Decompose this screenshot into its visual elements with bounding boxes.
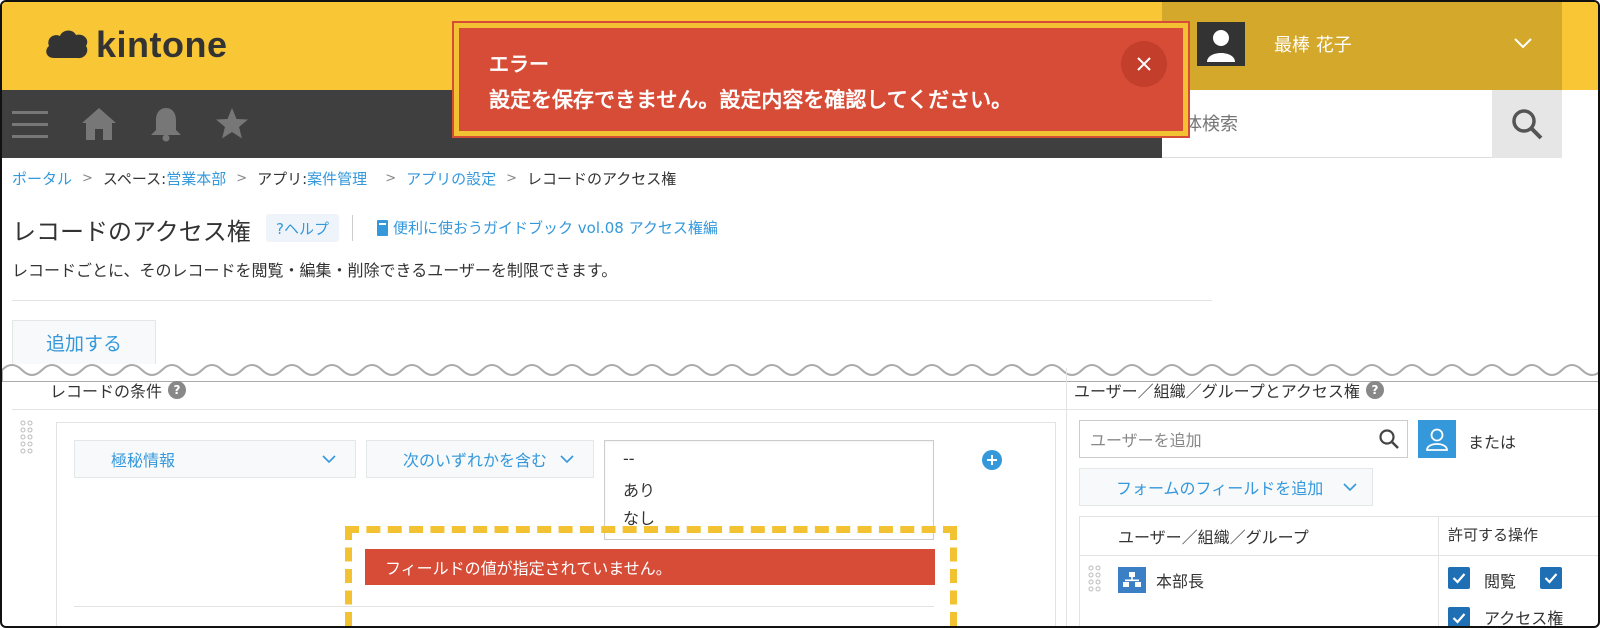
organization-icon bbox=[1118, 567, 1146, 593]
plus-icon bbox=[987, 455, 997, 465]
value-listbox[interactable]: -- あり なし bbox=[604, 440, 934, 540]
toast-close-button[interactable] bbox=[1121, 41, 1167, 87]
guide-link[interactable]: 便利に使おうガイドブック vol.08 アクセス権編 bbox=[376, 217, 718, 238]
user-add-placeholder: ユーザーを追加 bbox=[1090, 431, 1202, 450]
breadcrumb-separator: > bbox=[385, 171, 397, 186]
search-button[interactable] bbox=[1492, 90, 1562, 158]
book-icon bbox=[377, 219, 388, 236]
drag-handle-icon[interactable] bbox=[1088, 565, 1102, 599]
add-form-field-button[interactable]: フォームのフィールドを追加 bbox=[1079, 468, 1373, 506]
user-silhouette-icon bbox=[1207, 30, 1235, 62]
home-icon[interactable] bbox=[80, 105, 118, 143]
column-header-entity: ユーザー／組織／グループ bbox=[1118, 528, 1309, 547]
search-icon bbox=[1378, 429, 1399, 449]
field-error-message: フィールドの値が指定されていません。 bbox=[365, 549, 935, 585]
chevron-down-icon bbox=[1343, 483, 1357, 492]
error-toast: エラー 設定を保存できません。設定内容を確認してください。 bbox=[454, 23, 1188, 136]
conditions-header: レコードの条件 ? bbox=[50, 378, 187, 402]
user-picker-button[interactable] bbox=[1418, 420, 1456, 458]
divider bbox=[12, 300, 1212, 301]
kintone-logo[interactable]: kintone bbox=[44, 24, 228, 66]
column-divider bbox=[1066, 368, 1067, 626]
or-text: または bbox=[1468, 433, 1517, 452]
chevron-down-icon bbox=[322, 455, 336, 464]
logo-text: kintone bbox=[96, 24, 228, 65]
listbox-option[interactable]: あり bbox=[623, 477, 655, 501]
view-label: 閲覧 bbox=[1484, 572, 1517, 591]
help-button[interactable]: ?ヘルプ bbox=[266, 214, 339, 242]
operator-select-value: 次のいずれかを含む bbox=[403, 451, 548, 470]
cloud-logo-icon bbox=[46, 30, 88, 59]
page-description: レコードごとに、そのレコードを閲覧・編集・削除できるユーザーを制限できます。 bbox=[12, 261, 618, 280]
divider bbox=[74, 606, 934, 607]
breadcrumb-separator: > bbox=[82, 171, 93, 186]
breadcrumb-portal[interactable]: ポータル bbox=[12, 168, 72, 189]
page-title: レコードのアクセス権 bbox=[12, 218, 251, 246]
help-icon[interactable]: ? bbox=[1365, 381, 1384, 399]
breadcrumb-app-prefix: アプリ: bbox=[257, 170, 308, 188]
access-label: アクセス権 bbox=[1484, 609, 1564, 628]
breadcrumb-app[interactable]: 案件管理 bbox=[307, 168, 367, 189]
entity-name: 本部長 bbox=[1156, 572, 1205, 591]
app-window: kintone 最棒 花子 全体検索 エラー 設定を保存できません。設定内容を確… bbox=[0, 0, 1600, 628]
permissions-header: ユーザー／組織／グループとアクセス権 ? bbox=[1074, 378, 1384, 402]
permissions-table: ユーザー／組織／グループ 許可する操作 本部長 閲覧 アクセス権 bbox=[1079, 516, 1598, 628]
access-checkbox[interactable] bbox=[1448, 607, 1470, 626]
menu-icon[interactable] bbox=[12, 105, 48, 143]
search-icon bbox=[1512, 109, 1543, 140]
permissions-header-label: ユーザー／組織／グループとアクセス権 bbox=[1074, 382, 1360, 401]
column-header-actions: 許可する操作 bbox=[1448, 526, 1539, 544]
edit-checkbox[interactable] bbox=[1540, 567, 1562, 589]
check-icon bbox=[1544, 573, 1558, 584]
user-name: 最棒 花子 bbox=[1274, 35, 1352, 56]
breadcrumb-current: レコードのアクセス権 bbox=[527, 170, 677, 188]
star-icon[interactable] bbox=[214, 105, 250, 143]
chevron-down-icon bbox=[560, 455, 574, 464]
drag-handle-icon[interactable] bbox=[20, 420, 34, 454]
avatar bbox=[1197, 22, 1245, 66]
bell-icon[interactable] bbox=[148, 105, 184, 143]
add-form-field-label: フォームのフィールドを追加 bbox=[1116, 479, 1324, 498]
breadcrumb-space[interactable]: 営業本部 bbox=[166, 168, 226, 189]
search-input[interactable] bbox=[1162, 90, 1492, 158]
field-select-value: 極秘情報 bbox=[111, 451, 176, 470]
close-icon bbox=[1137, 57, 1151, 71]
check-icon bbox=[1452, 613, 1466, 624]
divider bbox=[1080, 555, 1598, 556]
field-select[interactable]: 極秘情報 bbox=[74, 440, 356, 478]
breadcrumb-separator: > bbox=[506, 171, 518, 186]
chevron-down-icon[interactable] bbox=[1512, 32, 1534, 54]
check-icon bbox=[1452, 573, 1466, 584]
breadcrumb-space-prefix: スペース: bbox=[102, 170, 167, 188]
user-icon bbox=[1426, 428, 1448, 451]
add-condition-button[interactable] bbox=[982, 450, 1002, 470]
global-search bbox=[1162, 90, 1562, 158]
user-add-input[interactable]: ユーザーを追加 bbox=[1079, 420, 1371, 458]
breadcrumb: ポータル > スペース: 営業本部 > アプリ: 案件管理 > アプリの設定 >… bbox=[12, 168, 676, 189]
user-search-button[interactable] bbox=[1370, 420, 1408, 458]
breadcrumb-separator: > bbox=[236, 171, 248, 186]
help-icon[interactable]: ? bbox=[168, 381, 187, 399]
title-divider bbox=[352, 215, 353, 241]
user-menu[interactable]: 最棒 花子 bbox=[1162, 2, 1562, 90]
conditions-header-label: レコードの条件 bbox=[50, 382, 163, 401]
operator-select[interactable]: 次のいずれかを含む bbox=[366, 440, 594, 478]
guide-link-label: 便利に使おうガイドブック vol.08 アクセス権編 bbox=[393, 219, 718, 237]
divider bbox=[12, 409, 1598, 410]
view-checkbox[interactable] bbox=[1448, 567, 1470, 589]
listbox-option[interactable]: -- bbox=[623, 449, 635, 468]
toast-title: エラー bbox=[489, 52, 549, 76]
toast-message: 設定を保存できません。設定内容を確認してください。 bbox=[489, 88, 1013, 112]
column-divider bbox=[1438, 517, 1439, 626]
breadcrumb-app-settings[interactable]: アプリの設定 bbox=[406, 168, 496, 189]
